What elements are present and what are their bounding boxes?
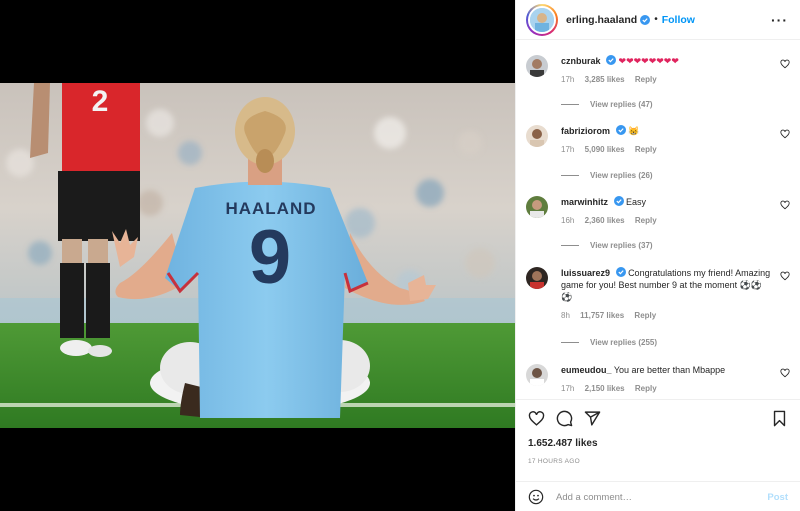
comment-username[interactable]: fabriziorom [561,126,610,136]
author-username[interactable]: erling.haaland [566,14,637,26]
comment-body: marwinhitz Easy 16h 2,360 likes Reply [561,196,772,227]
post-comment-button[interactable]: Post [767,492,788,503]
post-photo[interactable]: 2 HAALAND 9 [0,83,515,428]
comment-time[interactable]: 17h [561,75,574,84]
bookmark-icon[interactable] [771,410,788,427]
emoji-icon[interactable] [528,489,544,505]
comment-body: fabriziorom 😸 17h 5,090 likes Reply [561,125,772,156]
post-likes-count[interactable]: 1.652.487 likes [528,438,598,449]
add-comment-bar: Post [516,481,800,511]
comment-likes[interactable]: 2,360 likes [585,216,625,225]
comment-likes[interactable]: 5,090 likes [585,145,625,154]
verified-badge-icon [613,196,624,206]
comment-likes[interactable]: 2,150 likes [585,384,625,393]
comment-likes[interactable]: 3,285 likes [585,75,625,84]
comment-text: Easy [626,197,647,207]
reply-button[interactable]: Reply [634,311,656,320]
post-actions: 1.652.487 likes 17 HOURS AGO Post [516,399,800,511]
comment-time[interactable]: 8h [561,311,570,320]
header-separator: • [654,14,658,25]
commenter-avatar[interactable] [526,125,548,147]
comment-text: You are better than Mbappe [613,365,726,375]
view-replies-link[interactable]: View replies (47) [561,100,653,109]
comment-meta: 16h 2,360 likes Reply [561,215,772,227]
more-options-icon[interactable]: ··· [771,13,788,27]
comment-meta: 17h 2,150 likes Reply [561,383,772,395]
reply-button[interactable]: Reply [635,145,657,154]
reply-button[interactable]: Reply [635,216,657,225]
commenter-avatar[interactable] [526,196,548,218]
add-comment-input[interactable] [556,491,768,503]
post-media: 2 HAALAND 9 [0,0,515,511]
comment-time[interactable]: 16h [561,216,574,225]
comment-body: eumeudou_ You are better than Mbappe 17h… [561,364,772,395]
heart-icon[interactable] [528,410,545,427]
commenter-avatar[interactable] [526,55,548,77]
comment-time[interactable]: 17h [561,145,574,154]
follow-button[interactable]: Follow [662,14,695,26]
opponent-number: 2 [92,85,109,118]
comment-meta: 17h 5,090 likes Reply [561,144,772,156]
comment-meta: 8h 11,757 likes Reply [561,310,772,322]
jersey-number: 9 [249,215,291,300]
comment-like-heart-icon[interactable] [780,200,790,210]
comment-icon[interactable] [556,410,573,427]
share-icon[interactable] [584,410,601,427]
comment-username[interactable]: eumeudou_ [561,365,612,375]
comment-likes[interactable]: 11,757 likes [580,311,624,320]
post-header: erling.haaland • Follow ··· [516,0,800,40]
commenter-avatar[interactable] [526,267,548,289]
comment-text: ❤❤❤❤❤❤❤❤ [618,56,679,66]
action-icons [528,410,788,428]
post-timestamp[interactable]: 17 HOURS AGO [528,458,580,465]
comment-text: 😸 [628,126,640,136]
verified-badge-icon [615,267,626,277]
comment-body: luissuarez9 Congratulations my friend! A… [561,267,772,322]
verified-badge-icon [640,14,651,25]
comment-username[interactable]: cznburak [561,56,601,66]
author-avatar[interactable] [526,3,558,36]
comment-username[interactable]: luissuarez9 [561,268,610,278]
view-replies-link[interactable]: View replies (37) [561,241,653,250]
comment-meta: 17h 3,285 likes Reply [561,74,772,86]
instagram-post: 2 HAALAND 9 erling.haaland • Follow ··· … [0,0,800,511]
comments-list[interactable]: cznburak ❤❤❤❤❤❤❤❤ 17h 3,285 likes Reply … [516,41,800,398]
comment-body: cznburak ❤❤❤❤❤❤❤❤ 17h 3,285 likes Reply [561,55,772,86]
comment-like-heart-icon[interactable] [780,368,790,378]
comment-like-heart-icon[interactable] [780,59,790,69]
post-side-panel: erling.haaland • Follow ··· cznburak ❤❤❤… [515,0,800,511]
comment-like-heart-icon[interactable] [780,271,790,281]
verified-badge-icon [606,55,617,65]
comment-like-heart-icon[interactable] [780,129,790,139]
comment-username[interactable]: marwinhitz [561,197,608,207]
comment-time[interactable]: 17h [561,384,574,393]
view-replies-link[interactable]: View replies (255) [561,338,657,347]
reply-button[interactable]: Reply [635,75,657,84]
view-replies-link[interactable]: View replies (26) [561,171,653,180]
commenter-avatar[interactable] [526,364,548,386]
reply-button[interactable]: Reply [635,384,657,393]
verified-badge-icon [615,125,626,135]
